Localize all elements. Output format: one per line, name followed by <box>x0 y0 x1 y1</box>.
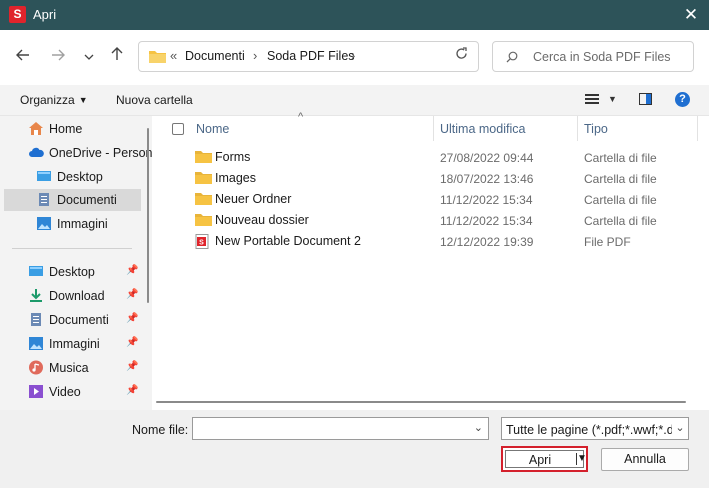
breadcrumb-separator[interactable]: › <box>351 48 355 63</box>
arrow-up-icon <box>111 47 123 60</box>
navigation-bar: « Documenti › Soda PDF Files › Cerca in … <box>0 30 709 85</box>
search-placeholder: Cerca in Soda PDF Files <box>533 50 671 64</box>
column-header-modified[interactable]: Ultima modifica <box>440 122 525 136</box>
close-icon[interactable]: ✕ <box>673 0 709 30</box>
view-list-icon[interactable] <box>585 94 599 106</box>
address-overflow[interactable]: « <box>170 48 177 63</box>
filename-input[interactable]: ⌄ <box>192 417 489 440</box>
cloud-icon <box>29 147 44 157</box>
image-icon <box>37 217 51 230</box>
column-header-type[interactable]: Tipo <box>584 122 608 136</box>
folder-icon <box>195 151 212 163</box>
file-list: Nome ^ Ultima modifica Tipo Forms 27/08/… <box>162 111 698 406</box>
image-icon <box>29 337 43 350</box>
home-icon <box>29 122 43 135</box>
sidebar-item-onedrive[interactable]: OneDrive - Personal <box>4 142 152 164</box>
chevron-down-icon: ▼ <box>78 95 88 105</box>
preview-pane-icon[interactable] <box>639 93 652 105</box>
document-icon <box>31 313 41 326</box>
navigation-pane: Home OneDrive - Personal Desktop Documen… <box>0 116 152 410</box>
recent-locations-button[interactable] <box>76 44 102 70</box>
download-icon <box>30 289 42 302</box>
soda-pdf-logo-icon: S <box>9 6 26 23</box>
column-divider[interactable] <box>577 116 578 141</box>
file-row-images[interactable]: Images 18/07/2022 13:46 Cartella di file <box>162 168 698 189</box>
breadcrumb-soda-pdf-files[interactable]: Soda PDF Files <box>267 49 355 63</box>
search-icon <box>506 51 518 63</box>
desktop-icon <box>29 266 43 276</box>
file-type-select[interactable]: Tutte le pagine (*.pdf;*.wwf;*.doc ⌄ <box>501 417 689 440</box>
file-row-forms[interactable]: Forms 27/08/2022 09:44 Cartella di file <box>162 147 698 168</box>
document-icon <box>39 193 49 206</box>
up-button[interactable] <box>104 44 130 70</box>
quick-access-musica[interactable]: Musica 📌 <box>4 357 141 379</box>
svg-text:S: S <box>199 240 204 247</box>
sidebar-item-documenti[interactable]: Documenti <box>4 189 141 211</box>
breadcrumb-separator[interactable]: › <box>253 48 257 63</box>
pdf-file-icon: S <box>195 234 209 249</box>
window-title: Apri <box>33 7 57 22</box>
refresh-icon[interactable] <box>455 47 468 64</box>
sidebar-item-home[interactable]: Home <box>4 118 141 140</box>
sidebar-divider <box>12 248 132 249</box>
arrow-right-icon <box>52 49 65 61</box>
organize-label: Organizza <box>20 93 75 107</box>
filename-label: Nome file: <box>132 423 189 437</box>
arrow-left-icon <box>16 49 29 61</box>
dialog-footer: Nome file: ⌄ Tutte le pagine (*.pdf;*.ww… <box>0 410 709 488</box>
pin-icon[interactable]: 📌 <box>126 313 138 324</box>
back-button[interactable] <box>10 44 36 70</box>
pin-icon[interactable]: 📌 <box>126 385 138 396</box>
open-button[interactable]: Apri ▼ <box>505 450 587 468</box>
organize-button[interactable]: Organizza ▼ <box>20 93 88 107</box>
command-bar: Organizza ▼ Nuova cartella ▼ ? <box>0 85 709 116</box>
chevron-down-icon <box>84 54 94 60</box>
sort-ascending-icon: ^ <box>298 111 304 123</box>
file-list-scrollbar[interactable] <box>156 401 686 403</box>
folder-icon <box>195 172 212 184</box>
file-type-value: Tutte le pagine (*.pdf;*.wwf;*.doc <box>506 423 687 437</box>
chevron-down-icon[interactable]: ⌄ <box>672 418 688 439</box>
caret-down-icon[interactable]: ▼ <box>577 453 587 464</box>
quick-access-video[interactable]: Video 📌 <box>4 381 141 403</box>
sidebar-item-immagini[interactable]: Immagini <box>4 213 141 235</box>
cancel-button[interactable]: Annulla <box>601 448 689 471</box>
folder-icon <box>195 193 212 205</box>
open-button-highlight: Apri ▼ <box>501 446 588 472</box>
breadcrumb-documenti[interactable]: Documenti <box>185 49 245 63</box>
sidebar-item-desktop[interactable]: Desktop <box>4 166 141 188</box>
folder-icon <box>149 51 166 63</box>
pin-icon[interactable]: 📌 <box>126 337 138 348</box>
forward-button[interactable] <box>45 44 71 70</box>
search-box[interactable]: Cerca in Soda PDF Files <box>492 41 694 72</box>
desktop-icon <box>37 171 51 181</box>
sidebar-scrollbar[interactable] <box>147 128 149 303</box>
music-icon <box>29 360 43 375</box>
quick-access-download[interactable]: Download 📌 <box>4 285 141 307</box>
open-button-label: Apri <box>528 453 552 467</box>
file-row-nouveau-dossier[interactable]: Nouveau dossier 11/12/2022 15:34 Cartell… <box>162 210 698 231</box>
help-icon[interactable]: ? <box>675 92 690 107</box>
pin-icon[interactable]: 📌 <box>126 361 138 372</box>
pin-icon[interactable]: 📌 <box>126 289 138 300</box>
file-row-new-portable-document-2[interactable]: S New Portable Document 2 12/12/2022 19:… <box>162 231 698 252</box>
quick-access-documenti[interactable]: Documenti 📌 <box>4 309 141 331</box>
quick-access-desktop[interactable]: Desktop 📌 <box>4 261 141 283</box>
chevron-down-icon[interactable]: ▼ <box>608 94 617 104</box>
column-header-name[interactable]: Nome <box>196 122 229 136</box>
column-divider[interactable] <box>433 116 434 141</box>
folder-icon <box>195 214 212 226</box>
select-all-checkbox[interactable] <box>172 123 184 135</box>
quick-access-immagini[interactable]: Immagini 📌 <box>4 333 141 355</box>
title-bar: S Apri ✕ <box>0 0 709 30</box>
chevron-down-icon[interactable]: ⌄ <box>474 421 483 434</box>
pin-icon[interactable]: 📌 <box>126 265 138 276</box>
address-bar[interactable]: « Documenti › Soda PDF Files › <box>138 41 479 72</box>
video-icon <box>29 385 43 398</box>
new-folder-button[interactable]: Nuova cartella <box>116 93 193 107</box>
column-divider[interactable] <box>697 116 698 141</box>
file-row-neuer-ordner[interactable]: Neuer Ordner 11/12/2022 15:34 Cartella d… <box>162 189 698 210</box>
